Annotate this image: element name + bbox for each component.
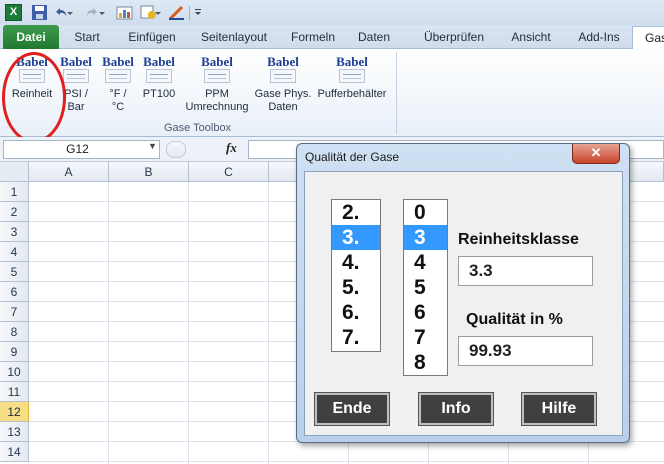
qualitaet-label: Qualität in %: [466, 311, 563, 328]
list-item[interactable]: 3.: [332, 225, 380, 250]
redo-dropdown-icon[interactable]: [97, 4, 107, 21]
babel-icon: Babel: [266, 55, 300, 85]
row-header[interactable]: 5: [0, 262, 29, 282]
edit-icon[interactable]: [168, 4, 185, 21]
select-all-corner[interactable]: [0, 162, 29, 182]
babel-icon: Babel: [200, 55, 234, 85]
ppm-umrechnung-button[interactable]: Babel PPM Umrechnung: [182, 55, 252, 114]
list-item[interactable]: 4.: [332, 250, 380, 275]
list-item[interactable]: 2.: [332, 200, 380, 225]
list-item[interactable]: 5: [404, 275, 447, 300]
tab-ueberpruefen[interactable]: Überprüfen: [410, 25, 498, 49]
list-item[interactable]: 8: [404, 350, 447, 375]
list-item[interactable]: 6: [404, 300, 447, 325]
list-item[interactable]: 3: [404, 225, 447, 250]
list-item[interactable]: 7: [404, 325, 447, 350]
hilfe-button[interactable]: Hilfe: [521, 392, 597, 426]
row-header[interactable]: 11: [0, 382, 29, 402]
row-header[interactable]: 4: [0, 242, 29, 262]
tab-einfuegen[interactable]: Einfügen: [117, 25, 187, 49]
row-header[interactable]: 10: [0, 362, 29, 382]
ribbon-button-label: PT100: [142, 88, 176, 100]
row-header[interactable]: 14: [0, 442, 29, 462]
list-item[interactable]: 5.: [332, 275, 380, 300]
ribbon-button-label: Gase Phys. Daten: [254, 88, 312, 113]
tab-file[interactable]: Datei: [3, 25, 59, 49]
ribbon-tabs: Start Einfügen Seitenlayout Formeln Date…: [0, 25, 664, 49]
name-box[interactable]: G12: [3, 140, 160, 159]
fahrenheit-celsius-button[interactable]: Babel °F / °C: [99, 55, 137, 114]
chart-icon[interactable]: [116, 4, 133, 21]
row-header[interactable]: 2: [0, 202, 29, 222]
row-header[interactable]: 6: [0, 282, 29, 302]
reinheitsklasse-label: Reinheitsklasse: [458, 231, 579, 248]
class-listbox[interactable]: 2. 3. 4. 5. 6. 7.: [331, 199, 381, 352]
tab-addins[interactable]: Add-Ins: [572, 25, 626, 49]
reinheitsklasse-field[interactable]: 3.3: [458, 256, 593, 286]
babel-icon: Babel: [101, 55, 135, 85]
dialog-body: 2. 3. 4. 5. 6. 7. 0 3 4 5 6 7 8 Reinheit…: [304, 171, 623, 436]
ribbon-button-label: Pufferbehälter: [317, 88, 387, 100]
tab-start[interactable]: Start: [63, 25, 111, 49]
row-header[interactable]: 12: [0, 402, 29, 422]
pufferbehaelter-button[interactable]: Babel Pufferbehälter: [313, 55, 391, 101]
row-header[interactable]: 8: [0, 322, 29, 342]
info-button[interactable]: Info: [418, 392, 494, 426]
gase-phys-daten-button[interactable]: Babel Gase Phys. Daten: [254, 55, 312, 114]
column-header[interactable]: B: [109, 162, 189, 182]
babel-icon: Babel: [142, 55, 176, 85]
row-header[interactable]: 7: [0, 302, 29, 322]
ribbon-button-label: °F / °C: [109, 88, 127, 113]
qualitaet-field[interactable]: 99.93: [458, 336, 593, 366]
list-item[interactable]: 0: [404, 200, 447, 225]
customize-icon[interactable]: [193, 4, 203, 21]
ende-button[interactable]: Ende: [314, 392, 390, 426]
chevron-down-icon[interactable]: ▼: [148, 141, 157, 151]
ribbon-group-separator: [396, 52, 397, 134]
pt100-button[interactable]: Babel PT100: [140, 55, 178, 101]
ribbon-group-label: Gase Toolbox: [164, 122, 232, 134]
list-item[interactable]: 4: [404, 250, 447, 275]
tab-ansicht[interactable]: Ansicht: [505, 25, 557, 49]
tab-seitenlayout[interactable]: Seitenlayout: [193, 25, 275, 49]
row-header[interactable]: 9: [0, 342, 29, 362]
macro-dropdown-icon[interactable]: [153, 4, 163, 21]
tab-formeln[interactable]: Formeln: [285, 25, 341, 49]
fx-icon[interactable]: fx: [226, 140, 237, 156]
save-icon[interactable]: [31, 4, 48, 21]
list-item[interactable]: 7.: [332, 325, 380, 350]
gas-quality-dialog: Qualität der Gase ✕ 2. 3. 4. 5. 6. 7. 0 …: [296, 143, 630, 443]
column-header[interactable]: A: [29, 162, 109, 182]
babel-icon: Babel: [59, 55, 93, 85]
tab-daten[interactable]: Daten: [351, 25, 397, 49]
row-header[interactable]: 13: [0, 422, 29, 442]
tab-gase[interactable]: Gase: [632, 26, 664, 50]
column-header[interactable]: C: [189, 162, 269, 182]
digit-listbox[interactable]: 0 3 4 5 6 7 8: [403, 199, 448, 376]
formula-scroll-button[interactable]: [166, 141, 186, 158]
babel-icon: Babel: [335, 55, 369, 85]
dialog-title: Qualität der Gase: [305, 150, 400, 164]
undo-dropdown-icon[interactable]: [65, 4, 75, 21]
highlight-circle: [2, 52, 66, 143]
close-icon: ✕: [590, 145, 602, 160]
quick-access-toolbar: X: [0, 0, 664, 25]
ribbon-button-label: PPM Umrechnung: [185, 88, 249, 113]
list-item[interactable]: 6.: [332, 300, 380, 325]
row-header[interactable]: 3: [0, 222, 29, 242]
excel-icon[interactable]: X: [5, 4, 22, 21]
row-header[interactable]: 1: [0, 182, 29, 202]
close-button[interactable]: ✕: [572, 144, 620, 164]
